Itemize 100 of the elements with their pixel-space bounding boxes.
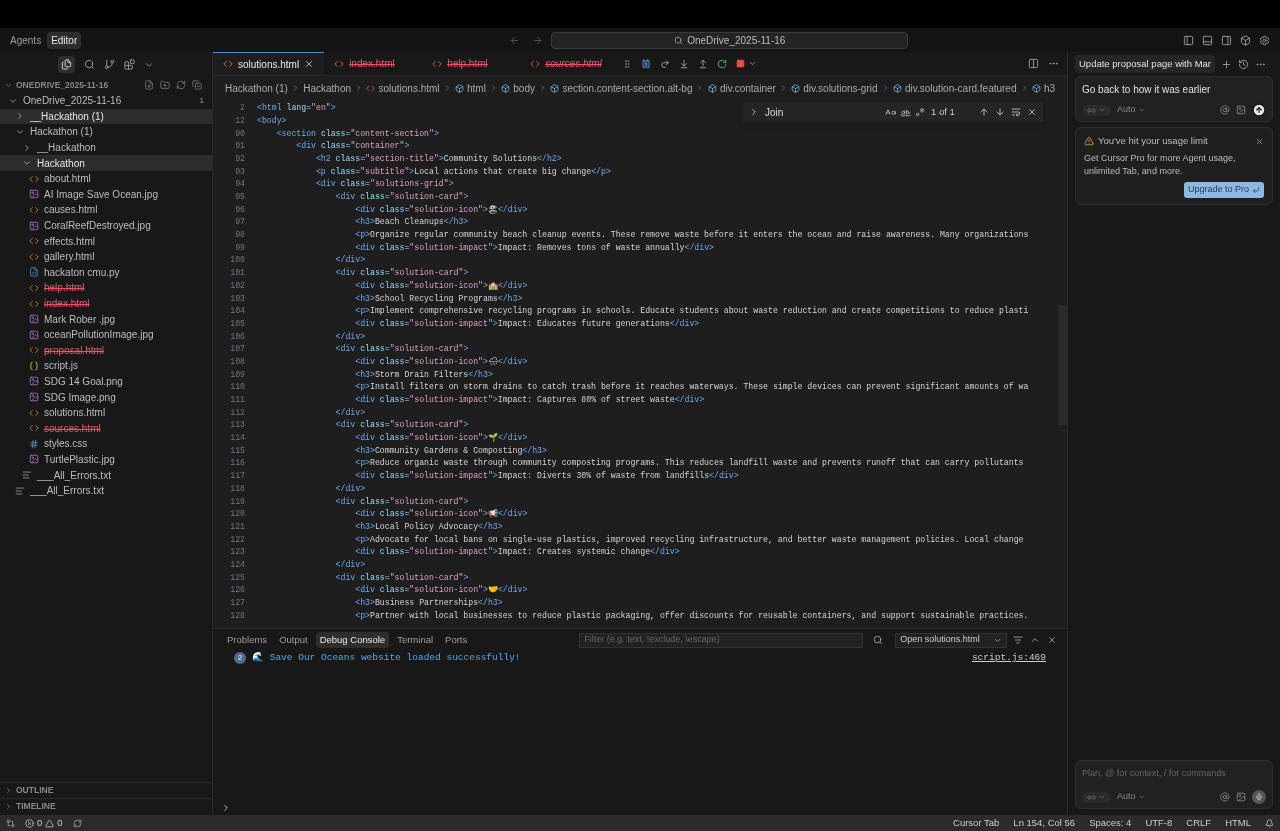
filter-field[interactable]: Filter (e.g. text, !exclude, \escape) [579, 632, 864, 648]
folder-row[interactable]: OneDrive_2025-11-16 1 [0, 93, 212, 109]
step-out-icon[interactable] [698, 58, 709, 69]
breadcrumb-item[interactable]: h3 [1031, 80, 1056, 96]
file-row[interactable]: CoralReefDestroyed.jpg [0, 217, 212, 234]
file-row[interactable]: help.html [0, 280, 212, 296]
chat-tab[interactable]: Update proposal page with Mar [1075, 54, 1216, 74]
sidebar-toggle-icon[interactable] [1183, 34, 1194, 46]
section-header[interactable]: OUTLINE [0, 782, 212, 798]
file-row[interactable]: ___All_Errors.txt [0, 482, 212, 499]
view-switch[interactable]: Agents [6, 31, 46, 49]
search-icon[interactable] [873, 635, 884, 645]
panel-tab[interactable]: Problems [223, 631, 272, 649]
microphone-button[interactable] [1252, 790, 1266, 804]
remote-icon[interactable] [6, 818, 15, 828]
chevron-right-icon[interactable] [749, 107, 759, 117]
view-switch[interactable]: Editor [47, 31, 82, 49]
file-tab[interactable]: help.html [422, 52, 521, 75]
status-item[interactable]: Ln 154, Col 56 [1013, 815, 1076, 831]
search-field[interactable]: OneDrive_2025-11-16 [551, 31, 909, 49]
panel-tab[interactable]: Ports [441, 631, 472, 649]
breadcrumb-item[interactable]: div.solution-card.featured [892, 80, 1017, 96]
panel-tab[interactable]: Debug Console [315, 631, 390, 649]
image-icon[interactable] [1236, 792, 1246, 802]
bell-icon[interactable] [1265, 818, 1274, 828]
file-row[interactable]: index.html [0, 295, 212, 312]
folder-row[interactable]: Hackathon (1) [0, 124, 212, 140]
status-item[interactable]: Cursor Tab [953, 815, 1000, 831]
find-field[interactable]: Join [765, 104, 925, 120]
maximize-icon[interactable] [1030, 635, 1040, 645]
status-item[interactable]: UTF-8 [1145, 815, 1173, 831]
file-row[interactable]: about.html [0, 170, 212, 187]
file-row[interactable]: sources.html [0, 420, 212, 437]
collapse-all-icon[interactable] [192, 80, 202, 90]
history-icon[interactable] [1238, 58, 1250, 70]
filter-input[interactable]: Filter (e.g. text, !exclude, \escape) [584, 633, 859, 647]
step-over-icon[interactable] [660, 58, 671, 69]
upgrade-button[interactable]: Upgrade to Pro [1183, 182, 1264, 198]
breadcrumb-item[interactable]: Hackathon (1) [225, 80, 288, 96]
plus-icon[interactable] [1221, 58, 1233, 70]
file-row[interactable]: AI Image Save Ocean.jpg [0, 186, 212, 203]
file-tab[interactable]: sources.html [520, 52, 619, 75]
section-header[interactable]: TIMELINE [0, 798, 212, 814]
file-row[interactable]: ___All_Errors.txt [0, 467, 212, 483]
file-row[interactable]: gallery.html [0, 248, 212, 265]
file-row[interactable]: Mark Rober .jpg [0, 311, 212, 327]
close-icon[interactable] [304, 59, 315, 69]
panel-toggle-icon[interactable] [1202, 34, 1213, 46]
file-row[interactable]: proposal.html [0, 342, 212, 359]
file-row[interactable]: TurtlePlastic.jpg [0, 451, 212, 468]
file-row[interactable]: styles.css [0, 436, 212, 452]
step-into-icon[interactable] [679, 58, 690, 69]
status-item[interactable]: Spaces: 4 [1089, 815, 1132, 831]
panel-tab[interactable]: Output [275, 631, 312, 649]
search-icon[interactable] [84, 59, 95, 70]
right-panel-toggle-icon[interactable] [1221, 34, 1232, 46]
breadcrumb-item[interactable]: Hackathon [303, 80, 352, 96]
file-row[interactable]: causes.html [0, 202, 212, 218]
find-in-selection-icon[interactable] [1011, 107, 1021, 117]
file-row[interactable]: SDG 14 Goal.png [0, 373, 212, 390]
problems-status[interactable]: 0 0 [25, 815, 63, 831]
status-item[interactable]: CRLF [1186, 815, 1212, 831]
breadcrumb-item[interactable]: solutions.html [366, 80, 440, 96]
sync-icon[interactable] [72, 818, 82, 828]
folder-row[interactable]: Hackathon [0, 155, 212, 171]
source-select[interactable]: Open solutions.html [895, 632, 1008, 648]
source-link[interactable]: script.js:469 [971, 650, 1046, 666]
branch-icon[interactable] [104, 59, 115, 70]
file-row[interactable]: SDG Image.png [0, 389, 212, 405]
pause-icon[interactable] [641, 58, 652, 69]
split-editor-icon[interactable] [1028, 58, 1039, 69]
close-icon[interactable] [1255, 136, 1264, 146]
model-select[interactable]: Auto [1117, 790, 1146, 804]
mention-icon[interactable] [1220, 105, 1230, 115]
file-tab[interactable]: index.html [324, 52, 423, 75]
close-icon[interactable] [1047, 635, 1057, 645]
breadcrumb-item[interactable]: html [455, 80, 486, 96]
file-row[interactable]: hackaton cmu.py [0, 264, 212, 281]
file-row[interactable]: oceanPollutionImage.jpg [0, 326, 212, 343]
image-icon[interactable] [1236, 105, 1246, 115]
new-folder-icon[interactable] [160, 80, 170, 90]
folder-row[interactable]: __Hackathon (1) [0, 108, 212, 125]
regex-icon[interactable] [915, 107, 925, 117]
mention-icon[interactable] [1220, 792, 1230, 802]
status-item[interactable]: HTML [1225, 815, 1251, 831]
match-case-icon[interactable] [885, 106, 896, 118]
arrow-up-icon[interactable] [979, 107, 989, 117]
chevron-down-icon[interactable] [748, 59, 758, 68]
settings-icon[interactable] [1259, 34, 1270, 46]
restart-icon[interactable] [717, 58, 728, 69]
new-file-icon[interactable] [144, 80, 154, 90]
cube-icon[interactable] [1240, 34, 1251, 46]
stop-icon[interactable] [736, 59, 746, 68]
folder-row[interactable]: __Hackathon [0, 139, 212, 156]
panel-tab[interactable]: Terminal [393, 631, 438, 649]
chat-input[interactable]: Plan, @ for context, / for commands [1082, 766, 1266, 780]
file-row[interactable]: solutions.html [0, 404, 212, 421]
explorer-tab[interactable] [58, 56, 75, 73]
breadcrumb-item[interactable]: section.content-section.alt-bg [550, 80, 693, 96]
clear-console-icon[interactable] [1013, 635, 1023, 645]
